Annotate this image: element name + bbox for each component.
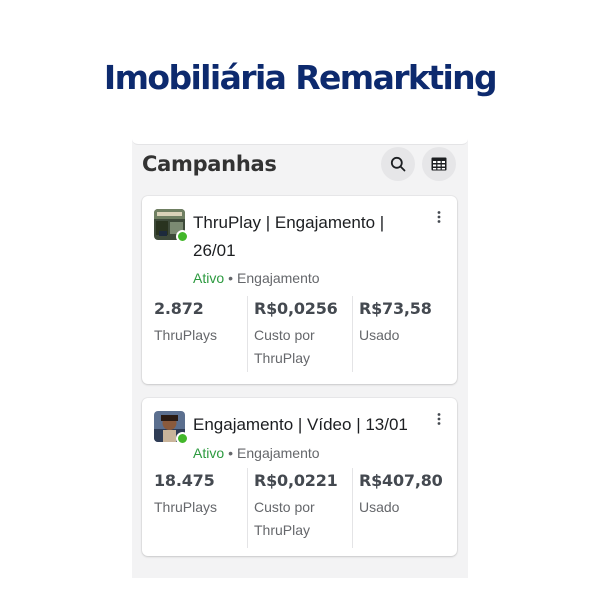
metric-value: 2.872 <box>154 299 204 318</box>
page: Imobiliária Remarkting Campanhas ThruPla… <box>0 0 600 600</box>
table-view-icon <box>431 157 447 171</box>
metric-label: ThruPlays <box>154 327 218 343</box>
campaign-card[interactable]: ThruPlay | Engajamento | 26/01 Ativo • Eng… <box>142 196 457 384</box>
metric-results: 2.872 ThruPlays <box>142 296 247 372</box>
metric-label: Custo por ThruPlay <box>254 499 315 538</box>
metric-value: R$407,80 <box>359 471 443 490</box>
status-badge: Ativo <box>193 270 225 286</box>
metric-value: R$0,0256 <box>254 299 338 318</box>
metric-amount-spent: R$407,80 Usado <box>352 468 457 548</box>
metric-cost-per-result: R$0,0221 Custo por ThruPlay <box>247 468 352 548</box>
campaign-title[interactable]: ThruPlay | Engajamento | 26/01 <box>193 209 423 265</box>
list-bottom-edge <box>132 565 468 578</box>
campaign-status-line: Ativo • Engajamento <box>193 270 320 286</box>
campaign-status-line: Ativo • Engajamento <box>193 445 320 461</box>
campaign-objective: Engajamento <box>237 445 320 461</box>
section-title: Campanhas <box>142 152 277 176</box>
campaign-metrics: 18.475 ThruPlays R$0,0221 Custo por Thru… <box>142 468 457 548</box>
campaign-title-line: ThruPlay | Engajamento | <box>193 213 385 232</box>
search-icon <box>390 156 406 172</box>
metric-label: Custo por ThruPlay <box>254 327 315 366</box>
campaign-metrics: 2.872 ThruPlays R$0,0256 Custo por ThruP… <box>142 296 457 372</box>
more-vertical-icon <box>437 211 441 223</box>
more-options-button[interactable] <box>432 209 446 225</box>
status-separator: • <box>228 270 234 286</box>
campaign-thumbnail <box>154 411 189 445</box>
metric-value: 18.475 <box>154 471 215 490</box>
table-view-button[interactable] <box>422 147 456 181</box>
campaign-title-line: Engajamento | Vídeo | 13/01 <box>193 415 408 434</box>
metric-value: R$0,0221 <box>254 471 338 490</box>
more-vertical-icon <box>437 413 441 425</box>
metric-results: 18.475 ThruPlays <box>142 468 247 548</box>
metric-label: Usado <box>359 327 400 343</box>
campaign-card[interactable]: Engajamento | Vídeo | 13/01 Ativo • Engaja… <box>142 398 457 556</box>
metric-label: ThruPlays <box>154 499 218 515</box>
metric-cost-per-result: R$0,0256 Custo por ThruPlay <box>247 296 352 372</box>
status-separator: • <box>228 445 234 461</box>
active-status-dot <box>176 432 189 445</box>
metric-label: Usado <box>359 499 400 515</box>
metric-amount-spent: R$73,58 Usado <box>352 296 457 372</box>
campaign-objective: Engajamento <box>237 270 320 286</box>
metric-value: R$73,58 <box>359 299 432 318</box>
search-button[interactable] <box>381 147 415 181</box>
campaign-title[interactable]: Engajamento | Vídeo | 13/01 <box>193 411 423 439</box>
top-panel-edge <box>132 128 468 145</box>
more-options-button[interactable] <box>432 411 446 427</box>
active-status-dot <box>176 230 189 243</box>
status-badge: Ativo <box>193 445 225 461</box>
campaign-thumbnail <box>154 209 189 243</box>
campaign-title-line: 26/01 <box>193 241 236 260</box>
campaigns-screen: Campanhas ThruPlay | Engajamento | 26/01… <box>132 128 468 578</box>
headline-title: Imobiliária Remarkting <box>103 58 498 97</box>
